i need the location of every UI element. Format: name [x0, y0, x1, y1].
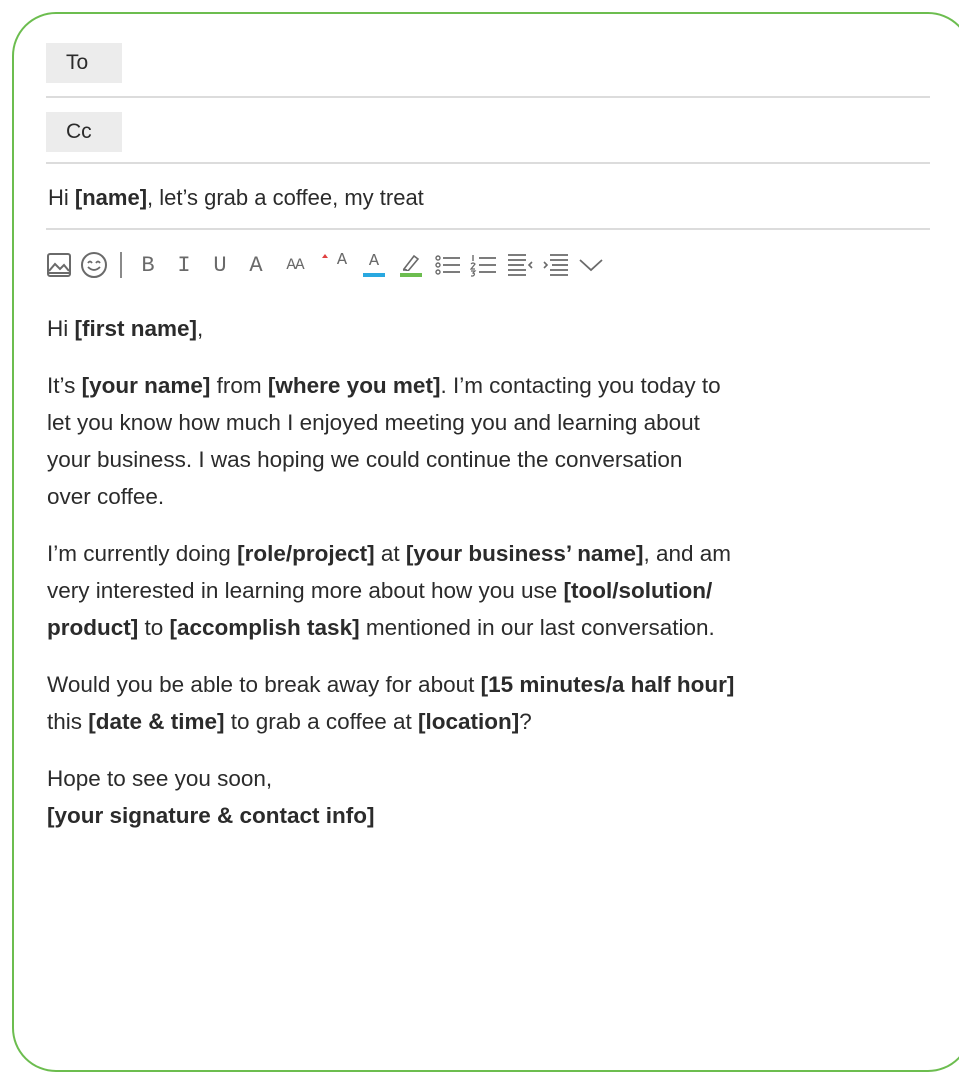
toolbar-separator [120, 252, 122, 278]
emoji-icon[interactable] [80, 250, 108, 280]
paragraph-line: It’s [your name] from [where you met]. I… [47, 367, 927, 404]
italic-button[interactable]: I [170, 250, 198, 280]
subject-suffix: , let’s grab a coffee, my treat [147, 185, 424, 210]
text-segment: from [210, 373, 268, 398]
paragraph-line: product] to [accomplish task] mentioned … [47, 609, 927, 646]
text-segment: to [138, 615, 170, 640]
underline-button[interactable]: U [206, 250, 234, 280]
numbered-list-icon[interactable] [470, 250, 498, 280]
placeholder-duration: [15 minutes/a half hour] [480, 672, 735, 697]
text-segment: mentioned in our last conversation. [359, 615, 715, 640]
greeting-name: [first name] [74, 316, 198, 341]
paragraph-line: over coffee. [47, 484, 165, 509]
closing-line: Hope to see you soon, [47, 766, 273, 791]
highlight-button[interactable] [396, 250, 426, 280]
text-segment: I’m currently doing [47, 541, 238, 566]
image-icon[interactable] [46, 250, 72, 280]
paragraph-line: very interested in learning more about h… [47, 572, 927, 609]
signature-placeholder: [your signature & contact info] [47, 803, 375, 828]
text-segment: to grab a coffee at [224, 709, 419, 734]
text-segment: at [374, 541, 406, 566]
greeting-suffix: , [197, 316, 204, 341]
greeting-prefix: Hi [47, 316, 75, 341]
placeholder-product: product] [47, 615, 139, 640]
greeting-line: Hi [first name], [47, 310, 927, 347]
cc-label[interactable]: Cc [46, 112, 122, 152]
indent-icon[interactable] [542, 250, 570, 280]
text-segment: Would you be able to break away for abou… [47, 672, 481, 697]
greeting: Hi [first name], [47, 310, 927, 347]
subject-text: Hi [name], let’s grab a coffee, my treat [48, 183, 424, 213]
text-color-label: A [368, 252, 380, 271]
paragraph-line: Would you be able to break away for abou… [47, 666, 927, 703]
placeholder-location: [location] [418, 709, 520, 734]
text-segment: , and am [643, 541, 732, 566]
paragraph-line: I’m currently doing [role/project] at [y… [47, 535, 927, 572]
highlight-color-swatch [400, 273, 422, 277]
font-size-label: AA [286, 256, 304, 274]
paragraph-line: let you know how much I enjoyed meeting … [47, 410, 700, 435]
placeholder-tool-solution: [tool/solution/ [563, 578, 713, 603]
text-color-swatch [363, 273, 385, 277]
formatting-toolbar: B I U A AA A A [46, 248, 746, 282]
outdent-icon[interactable] [506, 250, 534, 280]
paragraph-role: I’m currently doing [role/project] at [y… [47, 535, 927, 646]
text-color-button[interactable]: A [360, 250, 388, 280]
placeholder-accomplish-task: [accomplish task] [169, 615, 360, 640]
paragraph-line: this [date & time] to grab a coffee at [… [47, 703, 927, 740]
paragraph-line: your business. I was hoping we could con… [47, 447, 683, 472]
bold-button[interactable]: B [134, 250, 162, 280]
placeholder-business-name: [your business’ name] [405, 541, 644, 566]
bullet-list-icon[interactable] [434, 250, 462, 280]
subject-field[interactable]: Hi [name], let’s grab a coffee, my treat [46, 163, 930, 230]
highlight-pen-icon [402, 254, 420, 271]
text-segment: . I’m contacting you today to [440, 373, 721, 398]
subject-prefix: Hi [48, 185, 75, 210]
superscript-label: A [336, 250, 348, 270]
sign-off: Hope to see you soon, [your signature & … [47, 760, 927, 834]
text-segment: this [47, 709, 89, 734]
subject-name-placeholder: [name] [74, 185, 148, 210]
text-segment: ? [519, 709, 532, 734]
font-button[interactable]: A [242, 250, 270, 280]
chevron-down-icon[interactable] [578, 250, 604, 280]
paragraph-intro: It’s [your name] from [where you met]. I… [47, 367, 927, 515]
superscript-button[interactable]: A [320, 250, 352, 280]
to-label[interactable]: To [46, 43, 122, 83]
placeholder-your-name: [your name] [81, 373, 211, 398]
placeholder-role-project: [role/project] [237, 541, 375, 566]
cc-field-row[interactable]: Cc [46, 112, 930, 164]
placeholder-date-time: [date & time] [88, 709, 225, 734]
text-segment: It’s [47, 373, 82, 398]
paragraph-request: Would you be able to break away for abou… [47, 666, 927, 740]
text-segment: very interested in learning more about h… [47, 578, 564, 603]
email-body[interactable]: Hi [first name], It’s [your name] from [… [47, 310, 927, 854]
to-field-row[interactable]: To [46, 43, 930, 98]
font-size-button[interactable]: AA [278, 250, 312, 280]
placeholder-where-you-met: [where you met] [267, 373, 441, 398]
